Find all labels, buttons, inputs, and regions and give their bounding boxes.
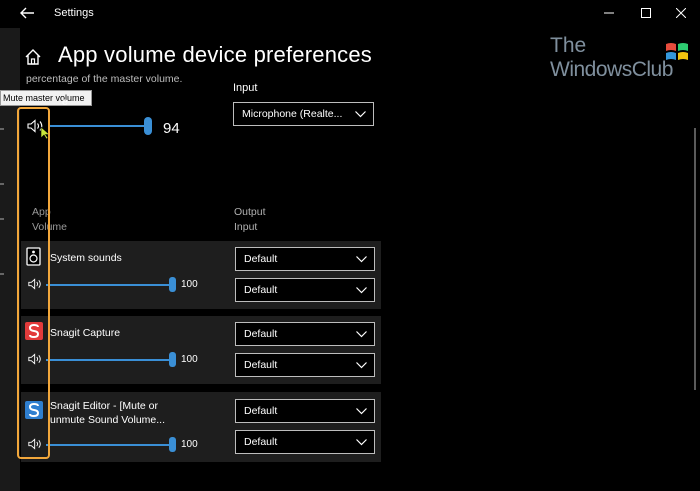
page-title: App volume device preferences (58, 42, 372, 67)
window-title: Settings (54, 7, 94, 19)
master-volume-label-partial: e (62, 97, 68, 108)
home-icon[interactable] (24, 48, 42, 66)
maximize-button[interactable] (635, 4, 657, 22)
watermark-logo-line1: The (550, 34, 587, 57)
column-header-output: Output Input (234, 206, 266, 233)
windows-logo-icon (666, 43, 688, 60)
chevron-down-icon (356, 362, 367, 369)
chevron-down-icon (356, 256, 367, 263)
close-icon (676, 8, 686, 18)
mute-tooltip: Mute master volume (0, 90, 92, 106)
app-name-snagit-capture: Snagit Capture (50, 327, 121, 339)
page-subtitle: percentage of the master volume. (26, 73, 183, 85)
master-volume-slider[interactable] (48, 125, 148, 127)
app-name-snagit-editor: Snagit Editor - [Mute or unmute Sound Vo… (50, 400, 165, 426)
snagit-editor-volume-slider[interactable] (46, 444, 172, 446)
snagit-capture-volume-slider[interactable] (46, 359, 172, 361)
minimize-button[interactable] (598, 4, 620, 22)
chevron-down-icon (356, 439, 367, 446)
system-sounds-volume-thumb[interactable] (169, 277, 176, 292)
input-device-dropdown[interactable]: Microphone (Realte... (233, 102, 374, 126)
input-label: Input (233, 82, 258, 94)
master-volume-thumb[interactable] (144, 117, 152, 135)
snagit-capture-volume-value: 100 (181, 354, 198, 365)
snagit-capture-input-dropdown[interactable]: Default (235, 353, 375, 377)
snagit-capture-volume-thumb[interactable] (169, 352, 176, 367)
snagit-capture-output-dropdown[interactable]: Default (235, 322, 375, 346)
title-bar: Settings (0, 0, 700, 28)
snagit-editor-output-dropdown[interactable]: Default (235, 399, 375, 423)
system-sounds-output-dropdown[interactable]: Default (235, 247, 375, 271)
chevron-down-icon (355, 111, 366, 118)
master-volume-value: 94 (163, 120, 180, 137)
input-device-value: Microphone (Realte... (242, 108, 343, 120)
chevron-down-icon (356, 408, 367, 415)
system-sounds-volume-slider[interactable] (46, 284, 172, 286)
snagit-editor-volume-value: 100 (181, 439, 198, 450)
snagit-editor-input-dropdown[interactable]: Default (235, 430, 375, 454)
scrollbar[interactable] (694, 128, 696, 390)
watermark-logo-line2: WindowsClub (550, 58, 673, 81)
close-button[interactable] (670, 4, 692, 22)
app-name-system-sounds: System sounds (50, 252, 122, 264)
maximize-icon (641, 8, 651, 18)
snagit-editor-volume-thumb[interactable] (169, 437, 176, 452)
chevron-down-icon (356, 331, 367, 338)
back-arrow-icon[interactable] (18, 5, 36, 21)
chevron-down-icon (356, 287, 367, 294)
system-sounds-volume-value: 100 (181, 279, 198, 290)
minimize-icon (604, 12, 614, 14)
system-sounds-input-dropdown[interactable]: Default (235, 278, 375, 302)
highlight-box (17, 107, 50, 459)
